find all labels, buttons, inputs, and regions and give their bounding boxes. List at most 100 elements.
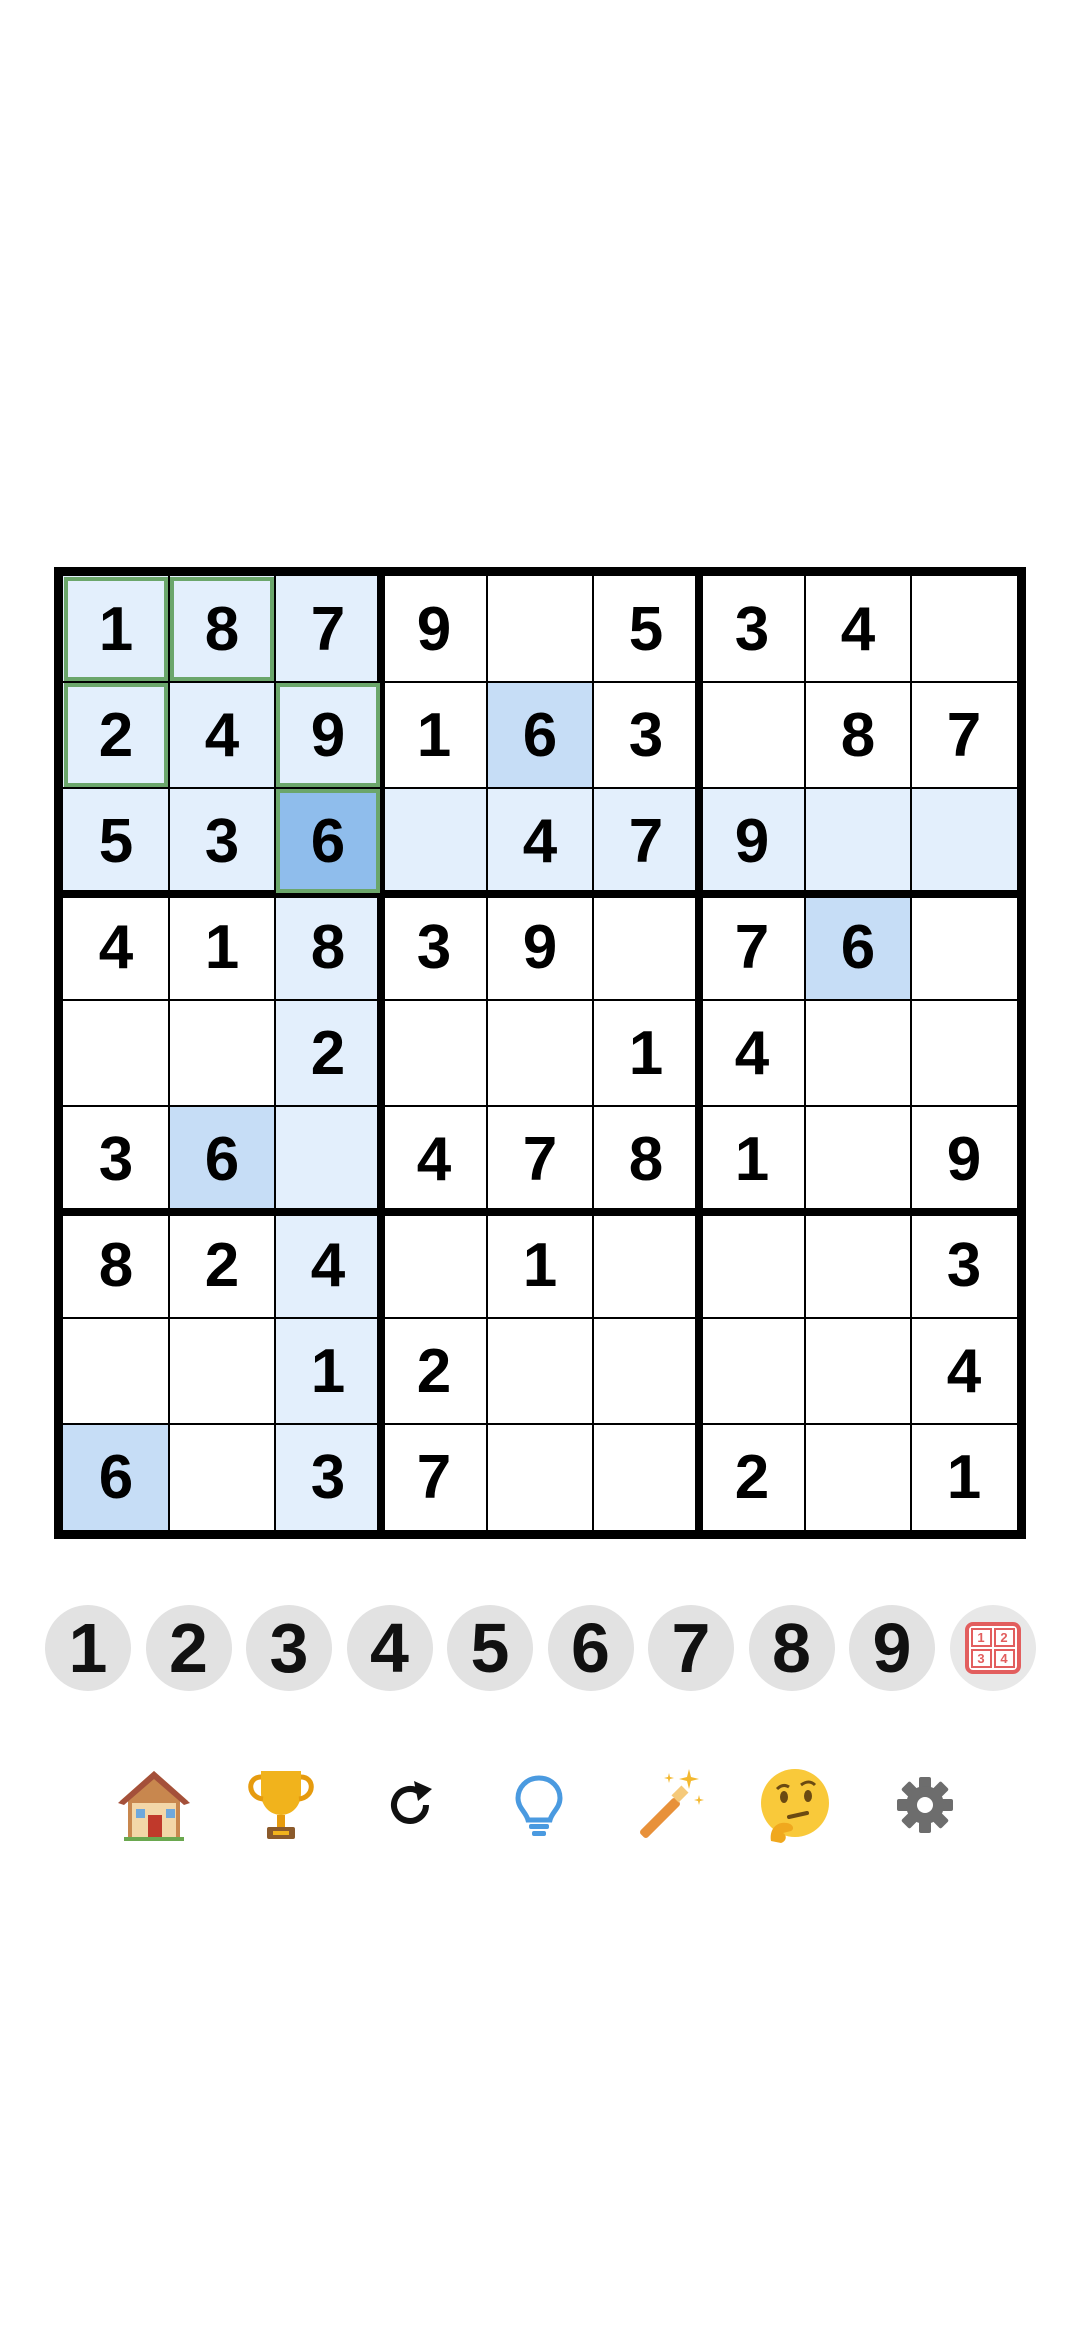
sudoku-cell-r5c1[interactable] (63, 1000, 169, 1106)
sudoku-cell-r3c1[interactable]: 5 (63, 788, 169, 894)
sudoku-cell-r1c1[interactable]: 1 (63, 576, 169, 682)
sudoku-cell-r7c1[interactable]: 8 (63, 1212, 169, 1318)
sudoku-cell-r2c3[interactable]: 9 (275, 682, 381, 788)
sudoku-cell-r7c4[interactable] (381, 1212, 487, 1318)
sudoku-cell-r2c8[interactable]: 8 (805, 682, 911, 788)
magic-wand-button[interactable] (622, 1760, 712, 1850)
sudoku-cell-r4c7[interactable]: 7 (699, 894, 805, 1000)
sudoku-cell-r1c8[interactable]: 4 (805, 576, 911, 682)
number-button-6[interactable]: 6 (547, 1605, 634, 1691)
sudoku-cell-r5c6[interactable]: 1 (593, 1000, 699, 1106)
sudoku-cell-r5c4[interactable] (381, 1000, 487, 1106)
notes-toggle-button[interactable]: 1234 (949, 1605, 1036, 1691)
number-button-2[interactable]: 2 (145, 1605, 232, 1691)
sudoku-cell-r2c2[interactable]: 4 (169, 682, 275, 788)
home-button[interactable] (109, 1760, 199, 1850)
restart-icon (391, 1781, 432, 1824)
sudoku-cell-r1c7[interactable]: 3 (699, 576, 805, 682)
sudoku-cell-r8c1[interactable] (63, 1318, 169, 1424)
sudoku-cell-r5c3[interactable]: 2 (275, 1000, 381, 1106)
sudoku-cell-r6c8[interactable] (805, 1106, 911, 1212)
trophy-button[interactable] (236, 1760, 326, 1850)
sudoku-cell-r3c2[interactable]: 3 (169, 788, 275, 894)
sudoku-cell-r9c7[interactable]: 2 (699, 1424, 805, 1530)
sudoku-cell-r8c7[interactable] (699, 1318, 805, 1424)
sudoku-cell-r8c5[interactable] (487, 1318, 593, 1424)
sudoku-cell-r2c7[interactable] (699, 682, 805, 788)
sudoku-cell-r5c7[interactable]: 4 (699, 1000, 805, 1106)
sudoku-cell-r4c5[interactable]: 9 (487, 894, 593, 1000)
sudoku-cell-r7c7[interactable] (699, 1212, 805, 1318)
sudoku-cell-r6c4[interactable]: 4 (381, 1106, 487, 1212)
sudoku-cell-r1c4[interactable]: 9 (381, 576, 487, 682)
sudoku-cell-r9c1[interactable]: 6 (63, 1424, 169, 1530)
sudoku-cell-r3c8[interactable] (805, 788, 911, 894)
sudoku-cell-r5c9[interactable] (911, 1000, 1017, 1106)
sudoku-cell-r3c7[interactable]: 9 (699, 788, 805, 894)
sudoku-cell-r3c5[interactable]: 4 (487, 788, 593, 894)
number-button-3[interactable]: 3 (246, 1605, 332, 1691)
number-button-7[interactable]: 7 (648, 1605, 734, 1691)
hint-button[interactable] (494, 1760, 584, 1850)
sudoku-cell-r6c3[interactable] (275, 1106, 381, 1212)
sudoku-cell-r7c2[interactable]: 2 (169, 1212, 275, 1318)
sudoku-cell-r5c2[interactable] (169, 1000, 275, 1106)
sudoku-cell-r3c4[interactable] (381, 788, 487, 894)
sudoku-cell-r9c8[interactable] (805, 1424, 911, 1530)
sudoku-cell-r2c5[interactable]: 6 (487, 682, 593, 788)
sudoku-cell-r4c9[interactable] (911, 894, 1017, 1000)
sudoku-cell-r2c6[interactable]: 3 (593, 682, 699, 788)
sudoku-cell-r7c9[interactable]: 3 (911, 1212, 1017, 1318)
sudoku-cell-r6c1[interactable]: 3 (63, 1106, 169, 1212)
sudoku-cell-r4c3[interactable]: 8 (275, 894, 381, 1000)
number-button-5[interactable]: 5 (447, 1605, 533, 1691)
sudoku-cell-r7c6[interactable] (593, 1212, 699, 1318)
sudoku-cell-r9c9[interactable]: 1 (911, 1424, 1017, 1530)
sudoku-cell-r3c9[interactable] (911, 788, 1017, 894)
sudoku-cell-r6c7[interactable]: 1 (699, 1106, 805, 1212)
sudoku-cell-r8c8[interactable] (805, 1318, 911, 1424)
sudoku-cell-r4c1[interactable]: 4 (63, 894, 169, 1000)
sudoku-cell-r8c4[interactable]: 2 (381, 1318, 487, 1424)
sudoku-cell-r1c6[interactable]: 5 (593, 576, 699, 682)
sudoku-cell-r8c3[interactable]: 1 (275, 1318, 381, 1424)
sudoku-cell-r4c2[interactable]: 1 (169, 894, 275, 1000)
number-button-1[interactable]: 1 (45, 1605, 131, 1691)
sudoku-cell-r1c3[interactable]: 7 (275, 576, 381, 682)
sudoku-cell-r2c1[interactable]: 2 (63, 682, 169, 788)
sudoku-cell-r4c8[interactable]: 6 (805, 894, 911, 1000)
sudoku-cell-r6c6[interactable]: 8 (593, 1106, 699, 1212)
sudoku-cell-r3c3[interactable]: 6 (275, 788, 381, 894)
sudoku-cell-r6c5[interactable]: 7 (487, 1106, 593, 1212)
sudoku-cell-r9c3[interactable]: 3 (275, 1424, 381, 1530)
number-button-4[interactable]: 4 (346, 1605, 433, 1691)
number-button-9[interactable]: 9 (849, 1605, 935, 1691)
sudoku-cell-r2c9[interactable]: 7 (911, 682, 1017, 788)
sudoku-cell-r9c2[interactable] (169, 1424, 275, 1530)
sudoku-cell-r9c5[interactable] (487, 1424, 593, 1530)
sudoku-cell-r4c4[interactable]: 3 (381, 894, 487, 1000)
sudoku-cell-r9c4[interactable]: 7 (381, 1424, 487, 1530)
sudoku-cell-r4c6[interactable] (593, 894, 699, 1000)
sudoku-cell-r7c8[interactable] (805, 1212, 911, 1318)
sudoku-cell-r8c9[interactable]: 4 (911, 1318, 1017, 1424)
sudoku-cell-r7c5[interactable]: 1 (487, 1212, 593, 1318)
sudoku-cell-r3c6[interactable]: 7 (593, 788, 699, 894)
sudoku-cell-r8c2[interactable] (169, 1318, 275, 1424)
sudoku-cell-r1c5[interactable] (487, 576, 593, 682)
sudoku-cell-r2c4[interactable]: 1 (381, 682, 487, 788)
sudoku-cell-r9c6[interactable] (593, 1424, 699, 1530)
settings-button[interactable] (880, 1760, 970, 1850)
sudoku-cell-r7c3[interactable]: 4 (275, 1212, 381, 1318)
sudoku-cell-r1c9[interactable] (911, 576, 1017, 682)
sudoku-cell-r1c2[interactable]: 8 (169, 576, 275, 682)
thinking-button[interactable] (750, 1760, 840, 1850)
number-button-8[interactable]: 8 (748, 1605, 835, 1691)
sudoku-cell-r6c9[interactable]: 9 (911, 1106, 1017, 1212)
sudoku-cell-r6c2[interactable]: 6 (169, 1106, 275, 1212)
sudoku-cell-r5c8[interactable] (805, 1000, 911, 1106)
sudoku-cell-r8c6[interactable] (593, 1318, 699, 1424)
grid-line-vertical (168, 576, 170, 1530)
restart-button[interactable] (365, 1760, 455, 1850)
sudoku-cell-r5c5[interactable] (487, 1000, 593, 1106)
